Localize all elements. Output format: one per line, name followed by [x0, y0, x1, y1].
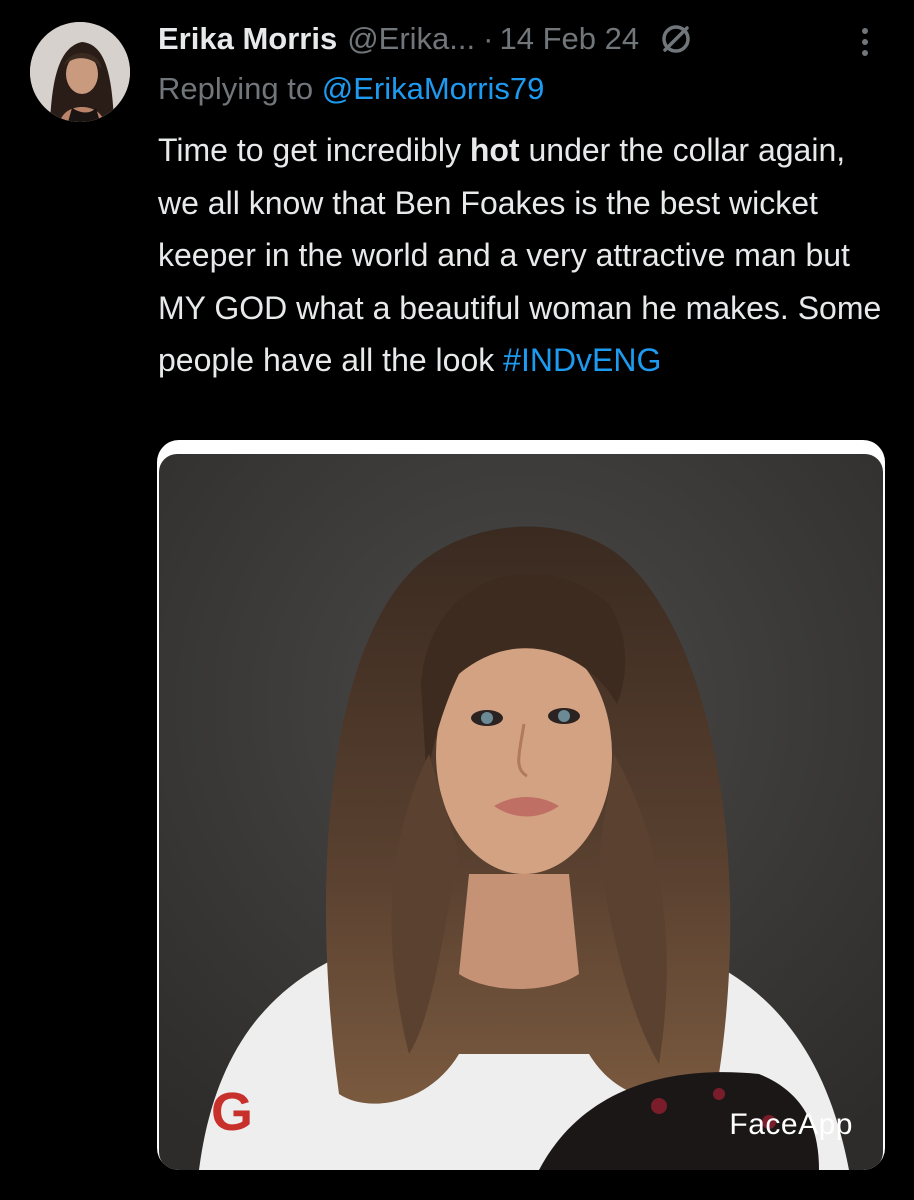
no-symbol-icon — [659, 22, 693, 56]
display-name[interactable]: Erika Morris — [158, 16, 337, 62]
svg-text:G: G — [211, 1082, 253, 1142]
user-handle[interactable]: @Erika... — [347, 16, 475, 62]
more-vertical-icon[interactable] — [850, 22, 880, 62]
photo: G FaceApp — [159, 454, 883, 1170]
tweet-date[interactable]: 14 Feb 24 — [499, 16, 639, 62]
separator-dot: · — [483, 21, 494, 56]
reply-context: Replying to @ErikaMorris79 — [158, 66, 544, 112]
media-image[interactable]: G FaceApp — [157, 440, 885, 1170]
avatar[interactable] — [30, 22, 130, 122]
tweet-header: Erika Morris @Erika... · 14 Feb 24 — [158, 16, 898, 62]
hashtag-link[interactable]: #INDvENG — [503, 342, 661, 378]
tweet-text: Time to get incredibly hot under the col… — [158, 124, 888, 387]
tweet-text-part1: Time to get incredibly — [158, 132, 470, 168]
tweet-text-bold: hot — [469, 132, 520, 168]
faceapp-watermark: FaceApp — [729, 1108, 853, 1141]
tweet[interactable]: Erika Morris @Erika... · 14 Feb 24 Reply… — [0, 0, 914, 1200]
reply-prefix: Replying to — [158, 71, 314, 106]
reply-mention-link[interactable]: @ErikaMorris79 — [322, 71, 545, 106]
